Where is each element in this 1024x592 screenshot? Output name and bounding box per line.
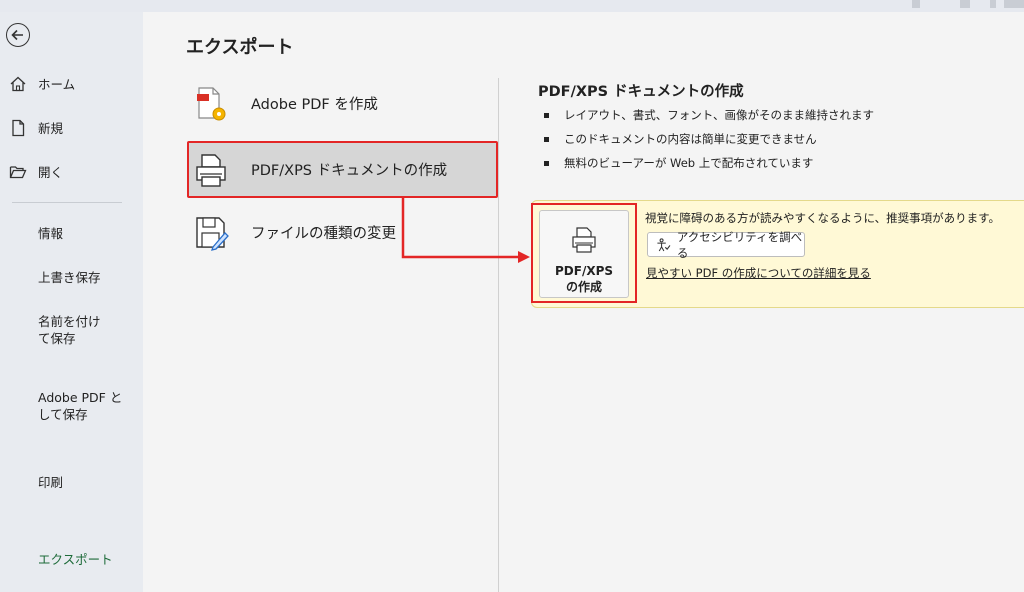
accessibility-check-icon [657,237,671,251]
list-item: このドキュメントの内容は簡単に変更できません [544,128,874,152]
sidebar-item-new[interactable]: 新規 [0,118,143,137]
option-change-file-type[interactable]: ファイルの種類の変更 [187,205,497,260]
sidebar-item-label: 開く [38,165,64,180]
export-pane: エクスポート Adobe PDF を作成 PDF/XPS ドキュメントの作成 フ… [143,12,1024,592]
option-label: Adobe PDF を作成 [251,97,378,113]
bullet-icon [544,113,549,118]
printer-icon [572,227,596,253]
sidebar-item-open[interactable]: 開く [0,162,143,181]
list-item: レイアウト、書式、フォント、画像がそのまま維持されます [544,104,874,128]
printer-icon [196,153,226,187]
create-button-line2: の作成 [565,280,602,294]
bullet-text: このドキュメントの内容は簡単に変更できません [564,132,817,146]
create-button-line1: PDF/XPS [554,264,614,278]
detail-title: PDF/XPS ドキュメントの作成 [538,84,744,100]
sidebar-item-info[interactable]: 情報 [38,225,63,242]
back-arrow-icon [11,29,23,41]
sidebar-divider [12,202,122,203]
sidebar-item-export[interactable]: エクスポート [38,551,113,568]
bullet-icon [544,137,549,142]
check-accessibility-label: アクセシビリティを調べる [676,229,803,260]
sidebar-item-save-as-adobe-pdf[interactable]: Adobe PDF として保存 [38,389,126,423]
toolbar-fragment [960,0,970,8]
bullet-text: 無料のビューアーが Web 上で配布されています [564,156,814,170]
sidebar-item-home[interactable]: ホーム [0,74,143,93]
toolbar-fragment [912,0,920,8]
sidebar-item-save-as[interactable]: 名前を付けて保存 [38,313,112,347]
pane-separator [498,78,499,592]
accessibility-notice-text: 視覚に障碍のある方が読みやすくなるように、推奨事項があります。 [645,211,1001,225]
create-button-label: PDF/XPS の作成 [555,263,613,295]
open-folder-icon [9,165,27,178]
option-create-pdf-xps[interactable]: PDF/XPS ドキュメントの作成 [187,142,497,197]
check-accessibility-button[interactable]: アクセシビリティを調べる [647,230,805,260]
sidebar-item-save[interactable]: 上書き保存 [38,269,101,286]
bullet-icon [544,161,549,166]
sidebar-item-label: ホーム [38,77,76,92]
back-button[interactable] [6,23,30,47]
adobe-pdf-icon [197,86,226,120]
create-pdf-xps-button[interactable]: PDF/XPS の作成 [539,210,629,298]
file-type-change-icon [196,216,229,251]
option-create-adobe-pdf[interactable]: Adobe PDF を作成 [187,76,497,131]
page-title: エクスポート [186,37,294,58]
toolbar-fragment [990,0,996,8]
accessible-pdf-learn-more-link[interactable]: 見やすい PDF の作成についての詳細を見る [646,265,871,281]
bullet-text: レイアウト、書式、フォント、画像がそのまま維持されます [564,108,875,122]
option-label: PDF/XPS ドキュメントの作成 [251,163,448,179]
detail-bullets: レイアウト、書式、フォント、画像がそのまま維持されます このドキュメントの内容は… [544,104,874,176]
new-document-icon [12,119,25,136]
backstage-sidebar: ホーム 新規 開く 情報 上書き保存 名前を付けて保存 Adobe PDF とし… [0,12,143,592]
toolbar-fragment [1004,0,1024,8]
list-item: 無料のビューアーが Web 上で配布されています [544,152,874,176]
option-label: ファイルの種類の変更 [251,226,396,242]
sidebar-item-label: 新規 [38,121,64,136]
window-top-strip [0,0,1024,12]
home-icon [10,76,26,91]
sidebar-item-print[interactable]: 印刷 [38,474,63,491]
